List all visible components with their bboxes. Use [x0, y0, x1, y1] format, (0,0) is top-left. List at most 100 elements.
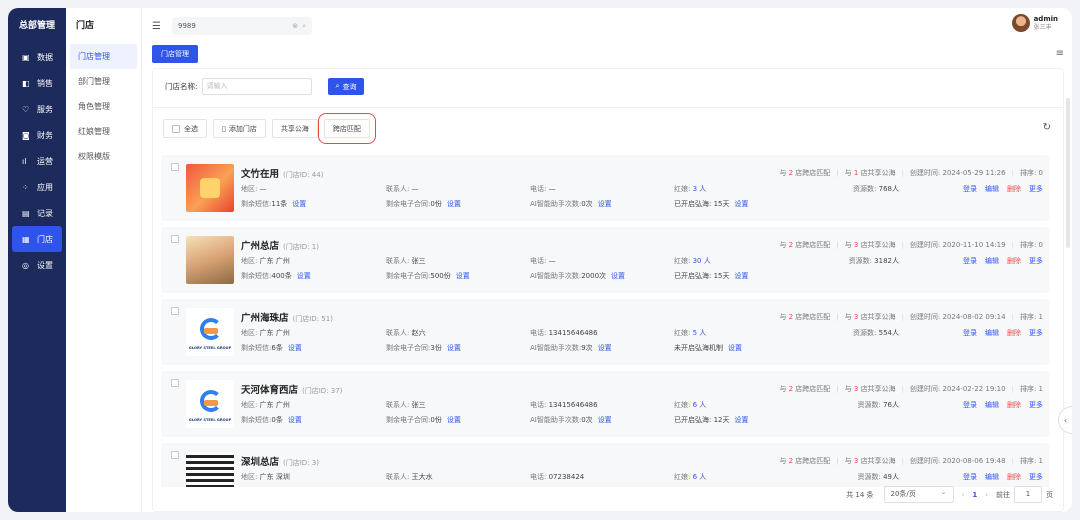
user-menu[interactable]: admin 张三丰	[1011, 14, 1058, 32]
rail-item[interactable]: ▦ 门店	[12, 226, 62, 252]
logo-text: GLORY STEEL GROUP	[188, 418, 232, 422]
scrollbar[interactable]	[1066, 98, 1070, 248]
rail-item[interactable]: ▤ 记录	[8, 200, 66, 226]
collapse-menu-icon[interactable]: ☰	[152, 21, 166, 32]
hamburger-menu-icon[interactable]: ≡	[1056, 48, 1064, 59]
share-pool-button[interactable]: 共享公海	[271, 119, 318, 138]
store-name[interactable]: 深圳总店 (门店ID: 3)	[241, 454, 319, 468]
more-link[interactable]: 更多	[1029, 400, 1043, 410]
match-count[interactable]: 2	[789, 385, 793, 393]
store-checkbox[interactable]	[171, 451, 179, 459]
store-name[interactable]: 文竹在用 (门店ID: 44)	[241, 166, 323, 180]
edit-link[interactable]: 编辑	[985, 472, 999, 482]
page-size-select[interactable]: 20条/页	[883, 485, 954, 503]
edit-link[interactable]: 编辑	[985, 400, 999, 410]
share-count[interactable]: 3	[854, 241, 858, 249]
submenu-item[interactable]: 角色管理	[66, 94, 141, 119]
rail-item[interactable]: ♡ 服务	[8, 96, 66, 122]
store-checkbox[interactable]	[171, 307, 179, 315]
matchmaker-count[interactable]: 6 人	[693, 473, 707, 481]
matchmaker-count[interactable]: 6 人	[693, 401, 707, 409]
more-link[interactable]: 更多	[1029, 256, 1043, 266]
matchmaker-count[interactable]: 3 人	[693, 185, 707, 193]
rail-item[interactable]: ◙ 财务	[8, 122, 66, 148]
more-link[interactable]: 更多	[1029, 184, 1043, 194]
sms-setting-link[interactable]: 设置	[288, 344, 302, 352]
tab-store-management[interactable]: 门店管理	[152, 45, 198, 63]
contract-setting-link[interactable]: 设置	[447, 416, 461, 424]
prev-page-icon[interactable]: ‹	[962, 491, 965, 499]
store-checkbox[interactable]	[171, 379, 179, 387]
match-count[interactable]: 2	[789, 313, 793, 321]
match-count[interactable]: 2	[789, 241, 793, 249]
matchmaker-count[interactable]: 30 人	[693, 257, 711, 265]
login-link[interactable]: 登录	[963, 328, 977, 338]
rail-item[interactable]: ◧ 销售	[8, 70, 66, 96]
contract-setting-link[interactable]: 设置	[447, 344, 461, 352]
share-count[interactable]: 3	[854, 313, 858, 321]
login-link[interactable]: 登录	[963, 256, 977, 266]
edit-link[interactable]: 编辑	[985, 328, 999, 338]
share-count[interactable]: 3	[854, 457, 858, 465]
global-search[interactable]: 9989 ⊗ ⌕	[172, 17, 312, 35]
sms-setting-link[interactable]: 设置	[297, 272, 311, 280]
rail-item[interactable]: ıl 运营	[8, 148, 66, 174]
goto-page-input[interactable]: 1	[1014, 486, 1042, 503]
more-link[interactable]: 更多	[1029, 472, 1043, 482]
store-name-input[interactable]: 请输入	[201, 78, 312, 95]
matchmaker-label: 红娘:	[674, 257, 691, 265]
store-name[interactable]: 天河体育西店 (门店ID: 37)	[241, 382, 342, 396]
pool-setting-link[interactable]: 设置	[728, 344, 742, 352]
pool-value: 已开启弘海: 15天	[674, 272, 730, 280]
cross-match-button[interactable]: 跨店匹配	[317, 113, 376, 144]
refresh-icon[interactable]: ↻	[1043, 122, 1051, 133]
sms-setting-link[interactable]: 设置	[288, 416, 302, 424]
ai-setting-link[interactable]: 设置	[598, 344, 612, 352]
matchmaker-count[interactable]: 5 人	[693, 329, 707, 337]
more-link[interactable]: 更多	[1029, 328, 1043, 338]
edit-link[interactable]: 编辑	[985, 256, 999, 266]
share-count[interactable]: 1	[854, 169, 858, 177]
share-count[interactable]: 3	[854, 385, 858, 393]
pool-setting-link[interactable]: 设置	[735, 272, 749, 280]
store-checkbox[interactable]	[171, 235, 179, 243]
add-store-button[interactable]: ▯ 添加门店	[213, 119, 266, 138]
pool-setting-link[interactable]: 设置	[735, 200, 749, 208]
edit-link[interactable]: 编辑	[985, 184, 999, 194]
clear-icon[interactable]: ⊗	[292, 22, 298, 30]
contract-setting-link[interactable]: 设置	[447, 200, 461, 208]
match-count[interactable]: 2	[789, 457, 793, 465]
delete-link[interactable]: 删除	[1007, 328, 1021, 338]
store-name[interactable]: 广州海珠店 (门店ID: 51)	[241, 310, 333, 324]
store-name[interactable]: 广州总店 (门店ID: 1)	[241, 238, 319, 252]
ai-setting-link[interactable]: 设置	[598, 200, 612, 208]
query-button[interactable]: ⌕ 查询	[327, 78, 365, 95]
ai-setting-link[interactable]: 设置	[611, 272, 625, 280]
select-all-button[interactable]: 全选	[163, 119, 207, 138]
next-page-icon[interactable]: ›	[985, 491, 988, 499]
search-input[interactable]: 9989	[178, 22, 288, 30]
submenu-item[interactable]: 部门管理	[66, 69, 141, 94]
contract-setting-link[interactable]: 设置	[456, 272, 470, 280]
login-link[interactable]: 登录	[963, 400, 977, 410]
login-link[interactable]: 登录	[963, 184, 977, 194]
delete-link[interactable]: 删除	[1007, 184, 1021, 194]
search-icon[interactable]: ⌕	[302, 22, 306, 31]
login-link[interactable]: 登录	[963, 472, 977, 482]
store-checkbox[interactable]	[171, 163, 179, 171]
ai-setting-link[interactable]: 设置	[598, 416, 612, 424]
sms-setting-link[interactable]: 设置	[292, 200, 306, 208]
rail-item[interactable]: ⁘ 应用	[8, 174, 66, 200]
match-count[interactable]: 2	[789, 169, 793, 177]
pool-setting-link[interactable]: 设置	[735, 416, 749, 424]
rail-item[interactable]: ▣ 数据	[8, 44, 66, 70]
submenu-item[interactable]: 红娘管理	[66, 119, 141, 144]
avatar[interactable]	[1011, 14, 1030, 32]
submenu-item[interactable]: 权限模版	[66, 144, 141, 169]
delete-link[interactable]: 删除	[1007, 472, 1021, 482]
current-page[interactable]: 1	[972, 491, 977, 499]
rail-item[interactable]: ◎ 设置	[8, 252, 66, 278]
delete-link[interactable]: 删除	[1007, 400, 1021, 410]
submenu-item[interactable]: 门店管理	[70, 44, 137, 69]
delete-link[interactable]: 删除	[1007, 256, 1021, 266]
